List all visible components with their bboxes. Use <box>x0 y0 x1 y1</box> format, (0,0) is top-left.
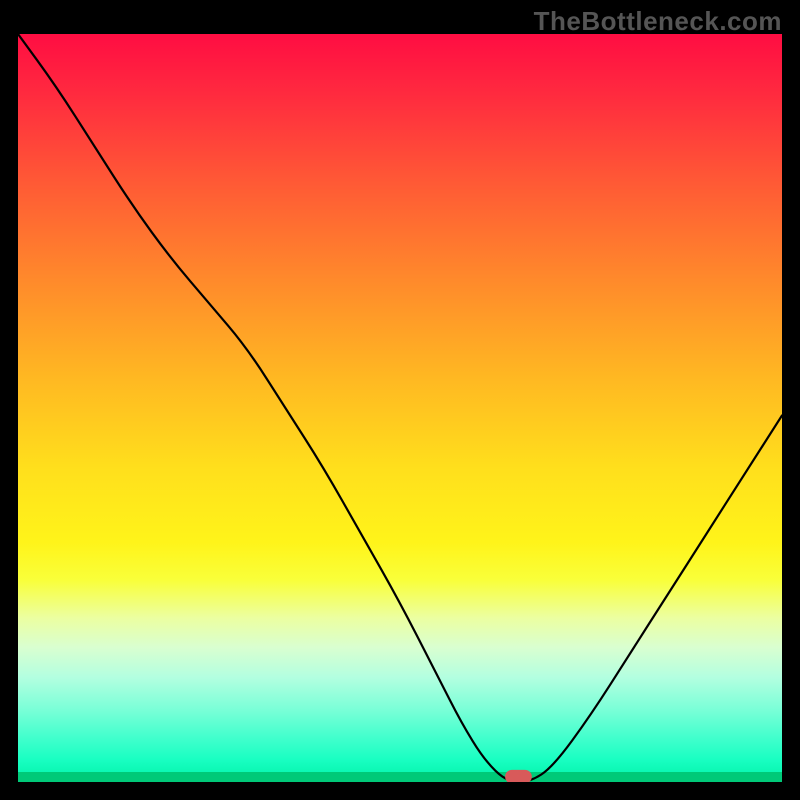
chart-frame: TheBottleneck.com <box>0 0 800 800</box>
watermark-text: TheBottleneck.com <box>534 6 782 37</box>
bottleneck-curve <box>18 34 782 782</box>
optimal-marker <box>505 770 532 782</box>
chart-svg <box>18 34 782 782</box>
plot-area <box>18 34 782 782</box>
